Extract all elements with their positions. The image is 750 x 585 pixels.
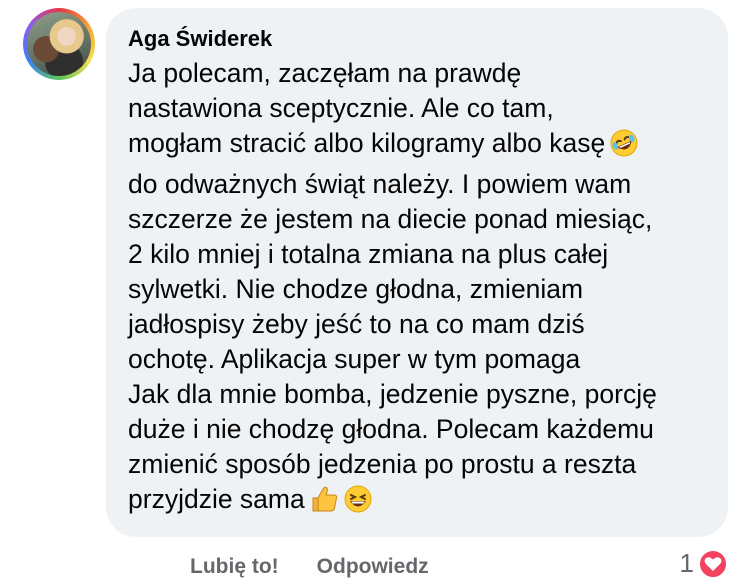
- comment-line: 2 kilo mniej i totalna zmiana na plus ca…: [128, 239, 609, 269]
- comment-line: duże i nie chodzę głodna. Polecam każdem…: [128, 414, 654, 444]
- comment-line-with-emoji: mogłam stracić albo kilogramy albo kasę: [128, 126, 706, 167]
- comment-line: sylwetki. Nie chodze głodna, zmieniam: [128, 274, 584, 304]
- comment-line-with-emoji: przyjdzie sama: [128, 482, 706, 523]
- like-button[interactable]: Lubię to!: [190, 555, 279, 579]
- comment-text: Ja polecam, zaczęłam na prawdę nastawion…: [128, 56, 706, 523]
- thumbs-up-emoji-icon: [309, 484, 339, 523]
- comment-line: Ja polecam, zaczęłam na prawdę: [128, 58, 522, 88]
- comment-line: szczerze że jestem na diecie ponad miesi…: [128, 204, 653, 234]
- comment-bubble: Aga Świderek Ja polecam, zaczęłam na pra…: [106, 8, 728, 537]
- comment-line-text: przyjdzie sama: [128, 484, 305, 514]
- comment-author[interactable]: Aga Świderek: [128, 25, 706, 53]
- comment-line: nastawiona sceptycznie. Ale co tam,: [128, 93, 554, 123]
- reply-button[interactable]: Odpowiedz: [317, 555, 429, 579]
- comment-line: Jak dla mnie bomba, jedzenie pyszne, por…: [128, 379, 657, 409]
- comment-line-text: mogłam stracić albo kilogramy albo kasę: [128, 128, 606, 158]
- avatar-photo: [27, 12, 91, 76]
- heart-icon: [698, 548, 728, 579]
- reactions-summary[interactable]: 1: [680, 548, 728, 579]
- comment-line: zmienić sposób jedzenia po prostu a resz…: [128, 449, 637, 479]
- comment-line: ochotę. Aplikacja super w tym pomaga: [128, 344, 581, 374]
- rolling-on-floor-laughing-emoji-icon: [609, 128, 639, 167]
- reaction-count: 1: [679, 548, 694, 578]
- comment-line: do odważnych świąt należy. I powiem wam: [128, 169, 632, 199]
- avatar[interactable]: [23, 8, 95, 80]
- comment-actions: Lubię to! Odpowiedz: [190, 552, 429, 582]
- grinning-squinting-emoji-icon: [343, 484, 373, 523]
- comment-line: jadłospisy żeby jeść to na co mam dziś: [128, 309, 585, 339]
